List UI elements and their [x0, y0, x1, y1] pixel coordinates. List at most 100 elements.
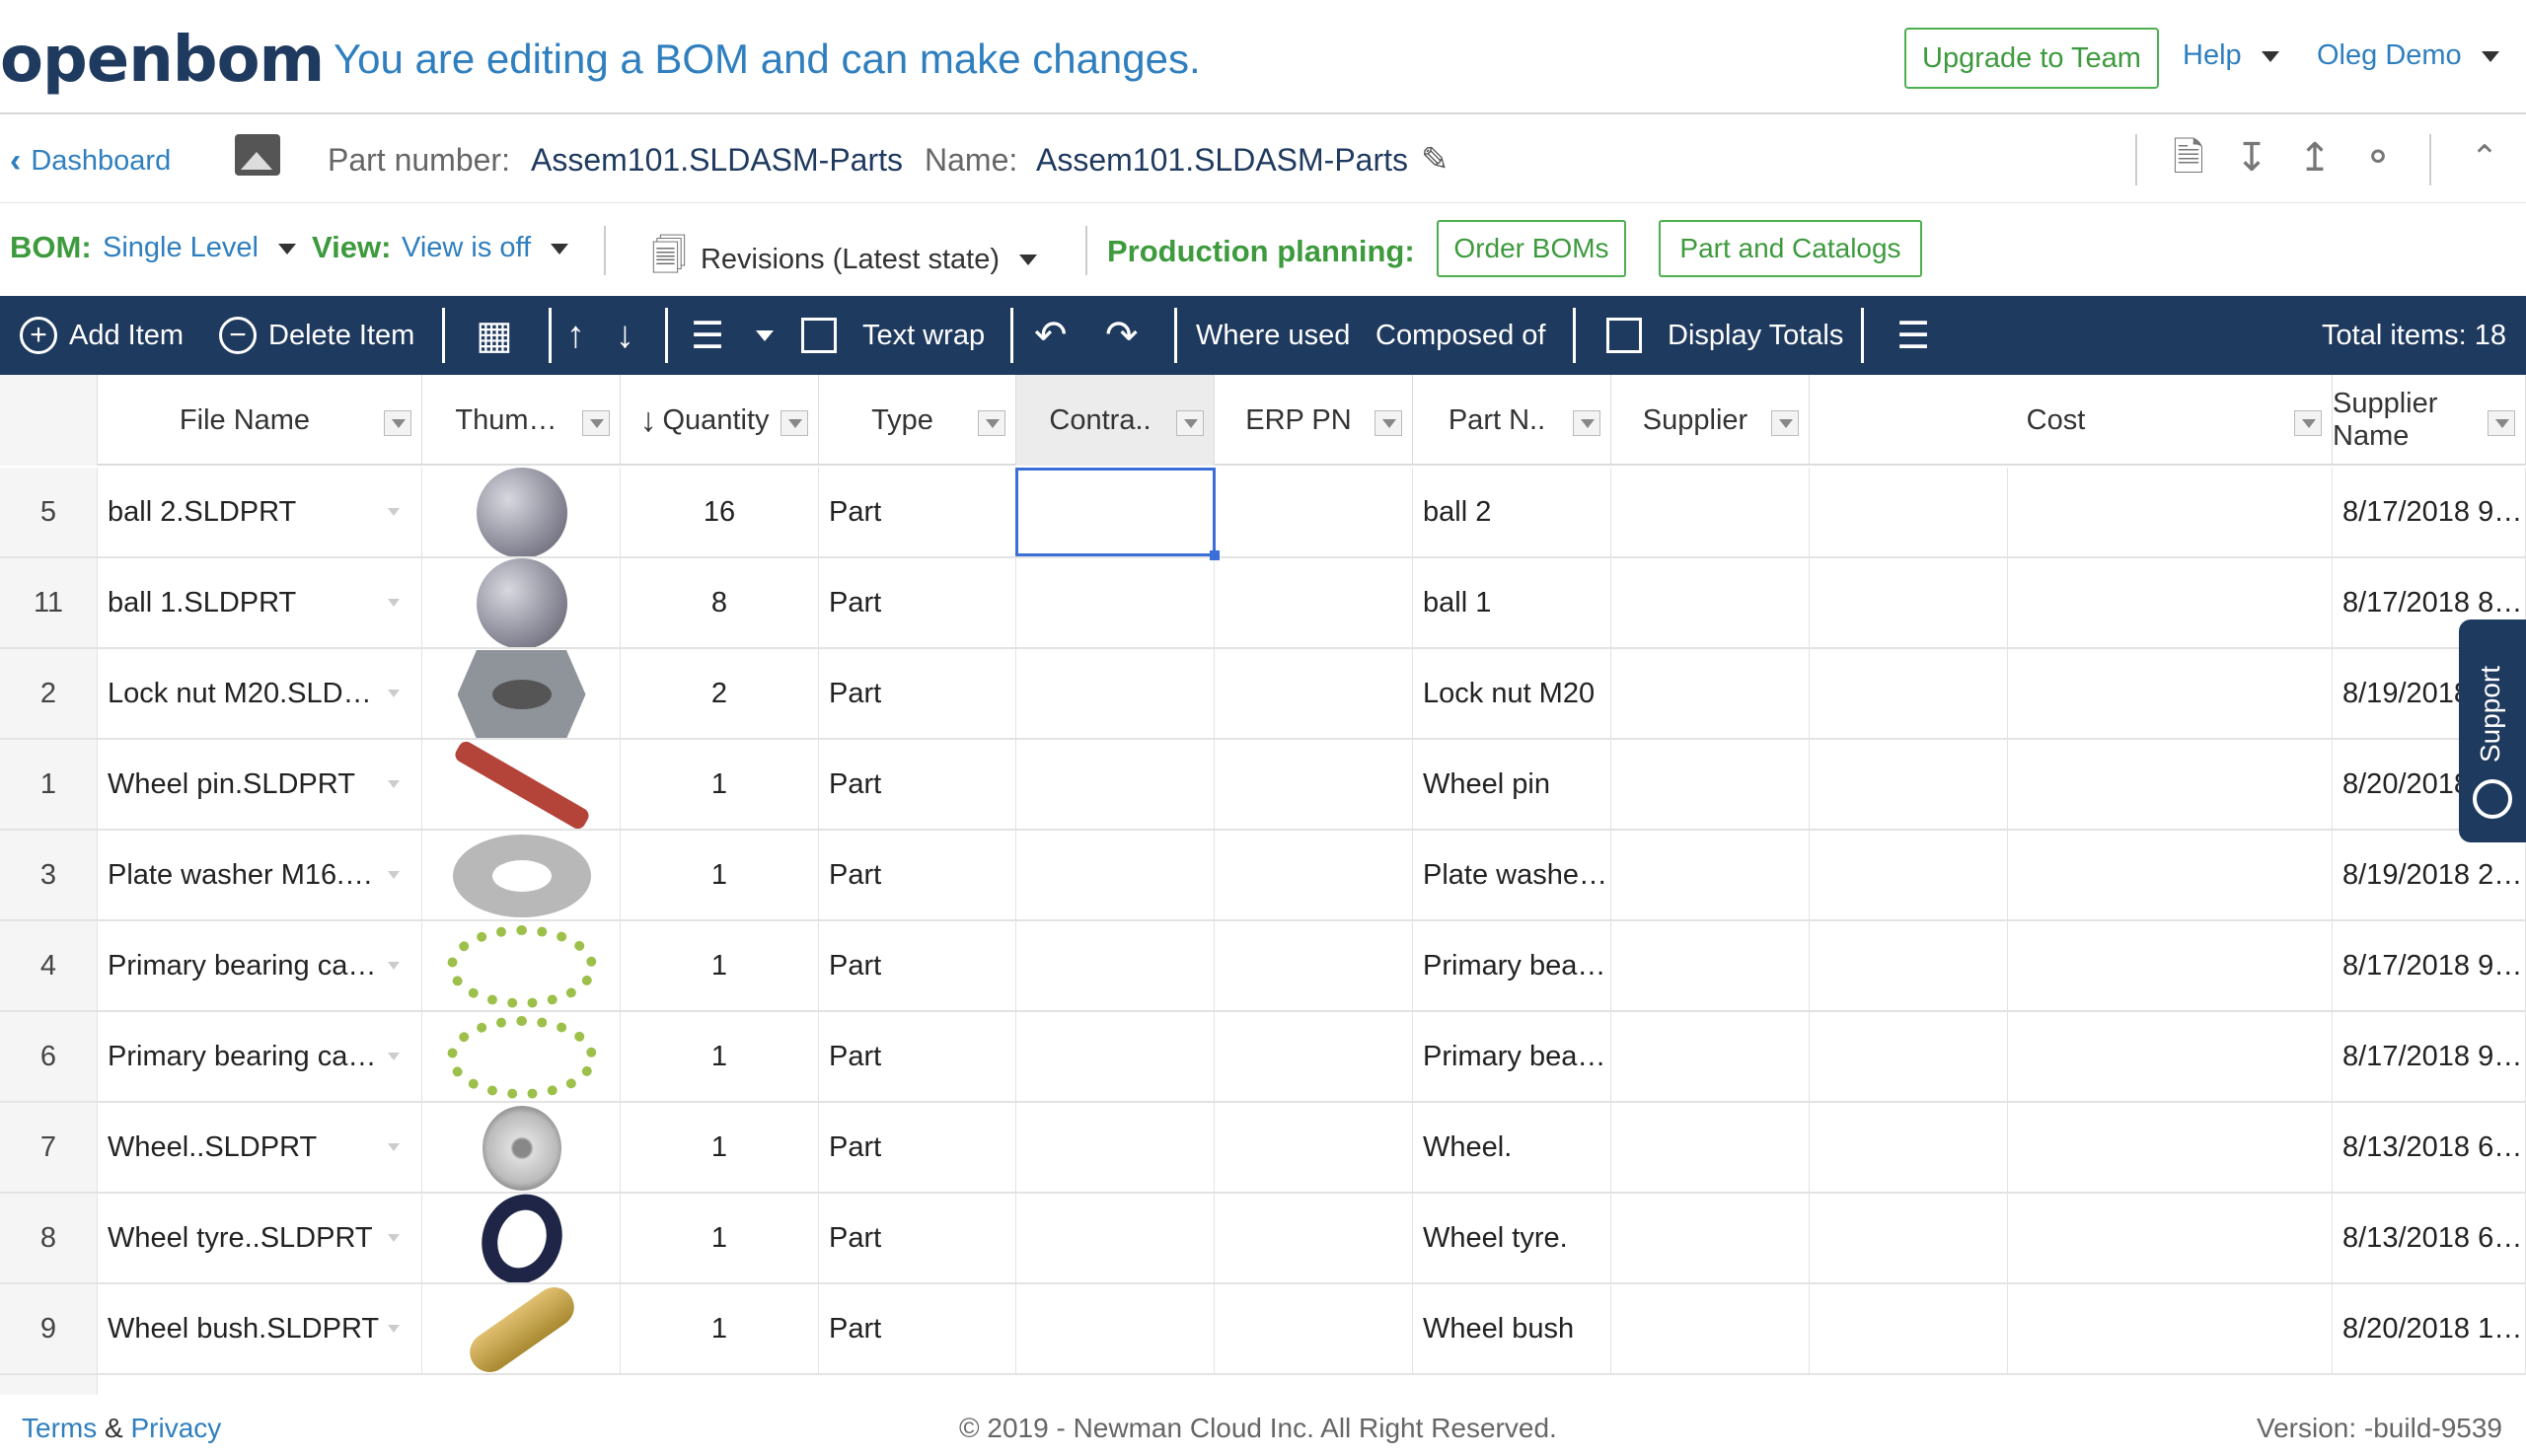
- erp-pn-cell[interactable]: [1215, 1194, 1413, 1282]
- column-header-part-name[interactable]: Part N..: [1413, 375, 1611, 466]
- bom-level-select[interactable]: Single Level: [103, 232, 296, 264]
- contract-cell[interactable]: [1016, 649, 1215, 738]
- selected-cell-outline[interactable]: [1015, 468, 1220, 560]
- type-cell[interactable]: Part: [819, 1103, 1016, 1192]
- delete-item-button[interactable]: − Delete Item: [219, 296, 414, 375]
- file-name-cell[interactable]: Lock nut M20.SLD…: [98, 649, 422, 738]
- contract-cell[interactable]: [1016, 740, 1215, 829]
- filter-icon[interactable]: [582, 410, 610, 436]
- quantity-cell[interactable]: 16: [621, 468, 819, 556]
- date-created-cell[interactable]: 8/17/2018 9…: [2333, 921, 2526, 1010]
- table-row[interactable]: 8 Wheel tyre..SLDPRT 1 Part Wheel tyre. 8/13/…: [0, 1194, 2526, 1284]
- table-row[interactable]: 2 Lock nut M20.SLD… 2 Part Lock nut M20 8/19/…: [0, 649, 2526, 740]
- privacy-link[interactable]: Privacy: [130, 1413, 221, 1443]
- thumbnail-cell[interactable]: [422, 1284, 621, 1373]
- erp-pn-cell[interactable]: [1215, 1284, 1413, 1373]
- column-header-thumbnail[interactable]: Thum…: [422, 375, 621, 466]
- file-name-cell[interactable]: Wheel tyre..SLDPRT: [98, 1194, 422, 1282]
- date-created-cell[interactable]: 8/20/2018 1…: [2333, 1284, 2526, 1373]
- supplier-name-cell[interactable]: [2008, 1012, 2333, 1101]
- part-name-cell[interactable]: Wheel.: [1413, 1103, 1611, 1192]
- contract-cell[interactable]: [1016, 558, 1215, 647]
- supplier-name-cell[interactable]: [2008, 558, 2333, 647]
- openbom-logo[interactable]: openbom: [0, 24, 325, 97]
- dropdown-icon[interactable]: [388, 690, 400, 697]
- erp-pn-cell[interactable]: [1215, 558, 1413, 647]
- table-row[interactable]: 7 Wheel..SLDPRT 1 Part Wheel. 8/13/2018 6…: [0, 1103, 2526, 1194]
- thumbnail-cell[interactable]: [422, 831, 621, 919]
- column-header-quantity[interactable]: ↓ Quantity: [621, 375, 819, 466]
- erp-pn-cell[interactable]: [1215, 740, 1413, 829]
- arrow-up-icon[interactable]: ↑: [566, 296, 585, 375]
- supplier-name-cell[interactable]: [2008, 1284, 2333, 1373]
- supplier-cell[interactable]: [1611, 1012, 1810, 1101]
- support-tab[interactable]: Support: [2459, 619, 2526, 842]
- view-select[interactable]: View is off: [402, 232, 569, 264]
- supplier-name-cell[interactable]: [2008, 1103, 2333, 1192]
- type-cell[interactable]: Part: [819, 831, 1016, 919]
- column-header-supplier-name[interactable]: Supplier Name: [2333, 375, 2526, 466]
- cost-cell[interactable]: [1810, 1103, 2008, 1192]
- quantity-cell[interactable]: 1: [621, 740, 819, 829]
- table-row[interactable]: 11 ball 1.SLDPRT 8 Part ball 1 8/17/2018 8…: [0, 558, 2526, 649]
- date-created-cell[interactable]: 8/17/2018 9…: [2333, 468, 2526, 556]
- table-row[interactable]: 5 ball 2.SLDPRT 16 Part ball 2 8/17/2018 9…: [0, 468, 2526, 558]
- row-index[interactable]: 1: [0, 740, 98, 829]
- pencil-icon[interactable]: ✎: [1421, 140, 1449, 180]
- share-export-icon[interactable]: ↥: [2293, 132, 2337, 183]
- type-cell[interactable]: Part: [819, 468, 1016, 556]
- erp-pn-cell[interactable]: [1215, 831, 1413, 919]
- supplier-name-cell[interactable]: [2008, 649, 2333, 738]
- quantity-cell[interactable]: 1: [621, 1284, 819, 1373]
- file-name-cell[interactable]: Primary bearing ca…: [98, 921, 422, 1010]
- filter-icon[interactable]: [1573, 410, 1600, 436]
- file-name-cell[interactable]: ball 1.SLDPRT: [98, 558, 422, 647]
- quantity-cell[interactable]: 8: [621, 558, 819, 647]
- dropdown-icon[interactable]: [388, 1143, 400, 1151]
- file-name-cell[interactable]: Wheel bush.SLDPRT: [98, 1284, 422, 1373]
- part-name-cell[interactable]: ball 1: [1413, 558, 1611, 647]
- filter-icon[interactable]: [780, 410, 808, 436]
- supplier-cell[interactable]: [1611, 468, 1810, 556]
- upgrade-to-team-button[interactable]: Upgrade to Team: [1904, 28, 2159, 89]
- contract-cell[interactable]: [1016, 1284, 1215, 1373]
- supplier-cell[interactable]: [1611, 1103, 1810, 1192]
- text-wrap-toggle[interactable]: Text wrap: [801, 296, 985, 375]
- cost-cell[interactable]: [1810, 1012, 2008, 1101]
- table-row[interactable]: 3 Plate washer M16.… 1 Part Plate washe… 8/19…: [0, 831, 2526, 921]
- type-cell[interactable]: Part: [819, 1284, 1016, 1373]
- dropdown-icon[interactable]: [388, 1325, 400, 1333]
- arrow-down-icon[interactable]: ↓: [616, 296, 634, 375]
- quantity-cell[interactable]: 1: [621, 1194, 819, 1282]
- dropdown-icon[interactable]: [388, 780, 400, 788]
- quantity-cell[interactable]: 2: [621, 649, 819, 738]
- contract-cell[interactable]: [1016, 1194, 1215, 1282]
- image-icon[interactable]: [235, 134, 280, 176]
- cost-cell[interactable]: [1810, 558, 2008, 647]
- thumbnail-cell[interactable]: [422, 468, 621, 556]
- supplier-cell[interactable]: [1611, 1194, 1810, 1282]
- supplier-cell[interactable]: [1611, 740, 1810, 829]
- column-header-erp-pn[interactable]: ERP PN: [1215, 375, 1413, 466]
- cost-cell[interactable]: [1810, 831, 2008, 919]
- erp-pn-cell[interactable]: [1215, 468, 1413, 556]
- table-row[interactable]: 9 Wheel bush.SLDPRT 1 Part Wheel bush 8/20/20…: [0, 1284, 2526, 1375]
- contract-cell[interactable]: [1016, 1012, 1215, 1101]
- date-created-cell[interactable]: 8/17/2018 9…: [2333, 1012, 2526, 1101]
- thumbnail-cell[interactable]: [422, 1194, 621, 1282]
- part-name-cell[interactable]: Plate washe…: [1413, 831, 1611, 919]
- type-cell[interactable]: Part: [819, 740, 1016, 829]
- align-icon[interactable]: ☰: [691, 296, 724, 375]
- part-name-cell[interactable]: Wheel pin: [1413, 740, 1611, 829]
- thumbnail-cell[interactable]: [422, 1103, 621, 1192]
- supplier-name-cell[interactable]: [2008, 740, 2333, 829]
- document-icon[interactable]: 🗎: [2167, 132, 2210, 183]
- filter-icon[interactable]: [2294, 410, 2322, 436]
- column-header-contract[interactable]: Contra..: [1016, 375, 1215, 466]
- undo-icon[interactable]: ↶: [1034, 296, 1068, 375]
- row-index[interactable]: 4: [0, 921, 98, 1010]
- dropdown-icon[interactable]: [388, 1053, 400, 1060]
- contract-cell[interactable]: [1016, 831, 1215, 919]
- cost-cell[interactable]: [1810, 740, 2008, 829]
- type-cell[interactable]: Part: [819, 649, 1016, 738]
